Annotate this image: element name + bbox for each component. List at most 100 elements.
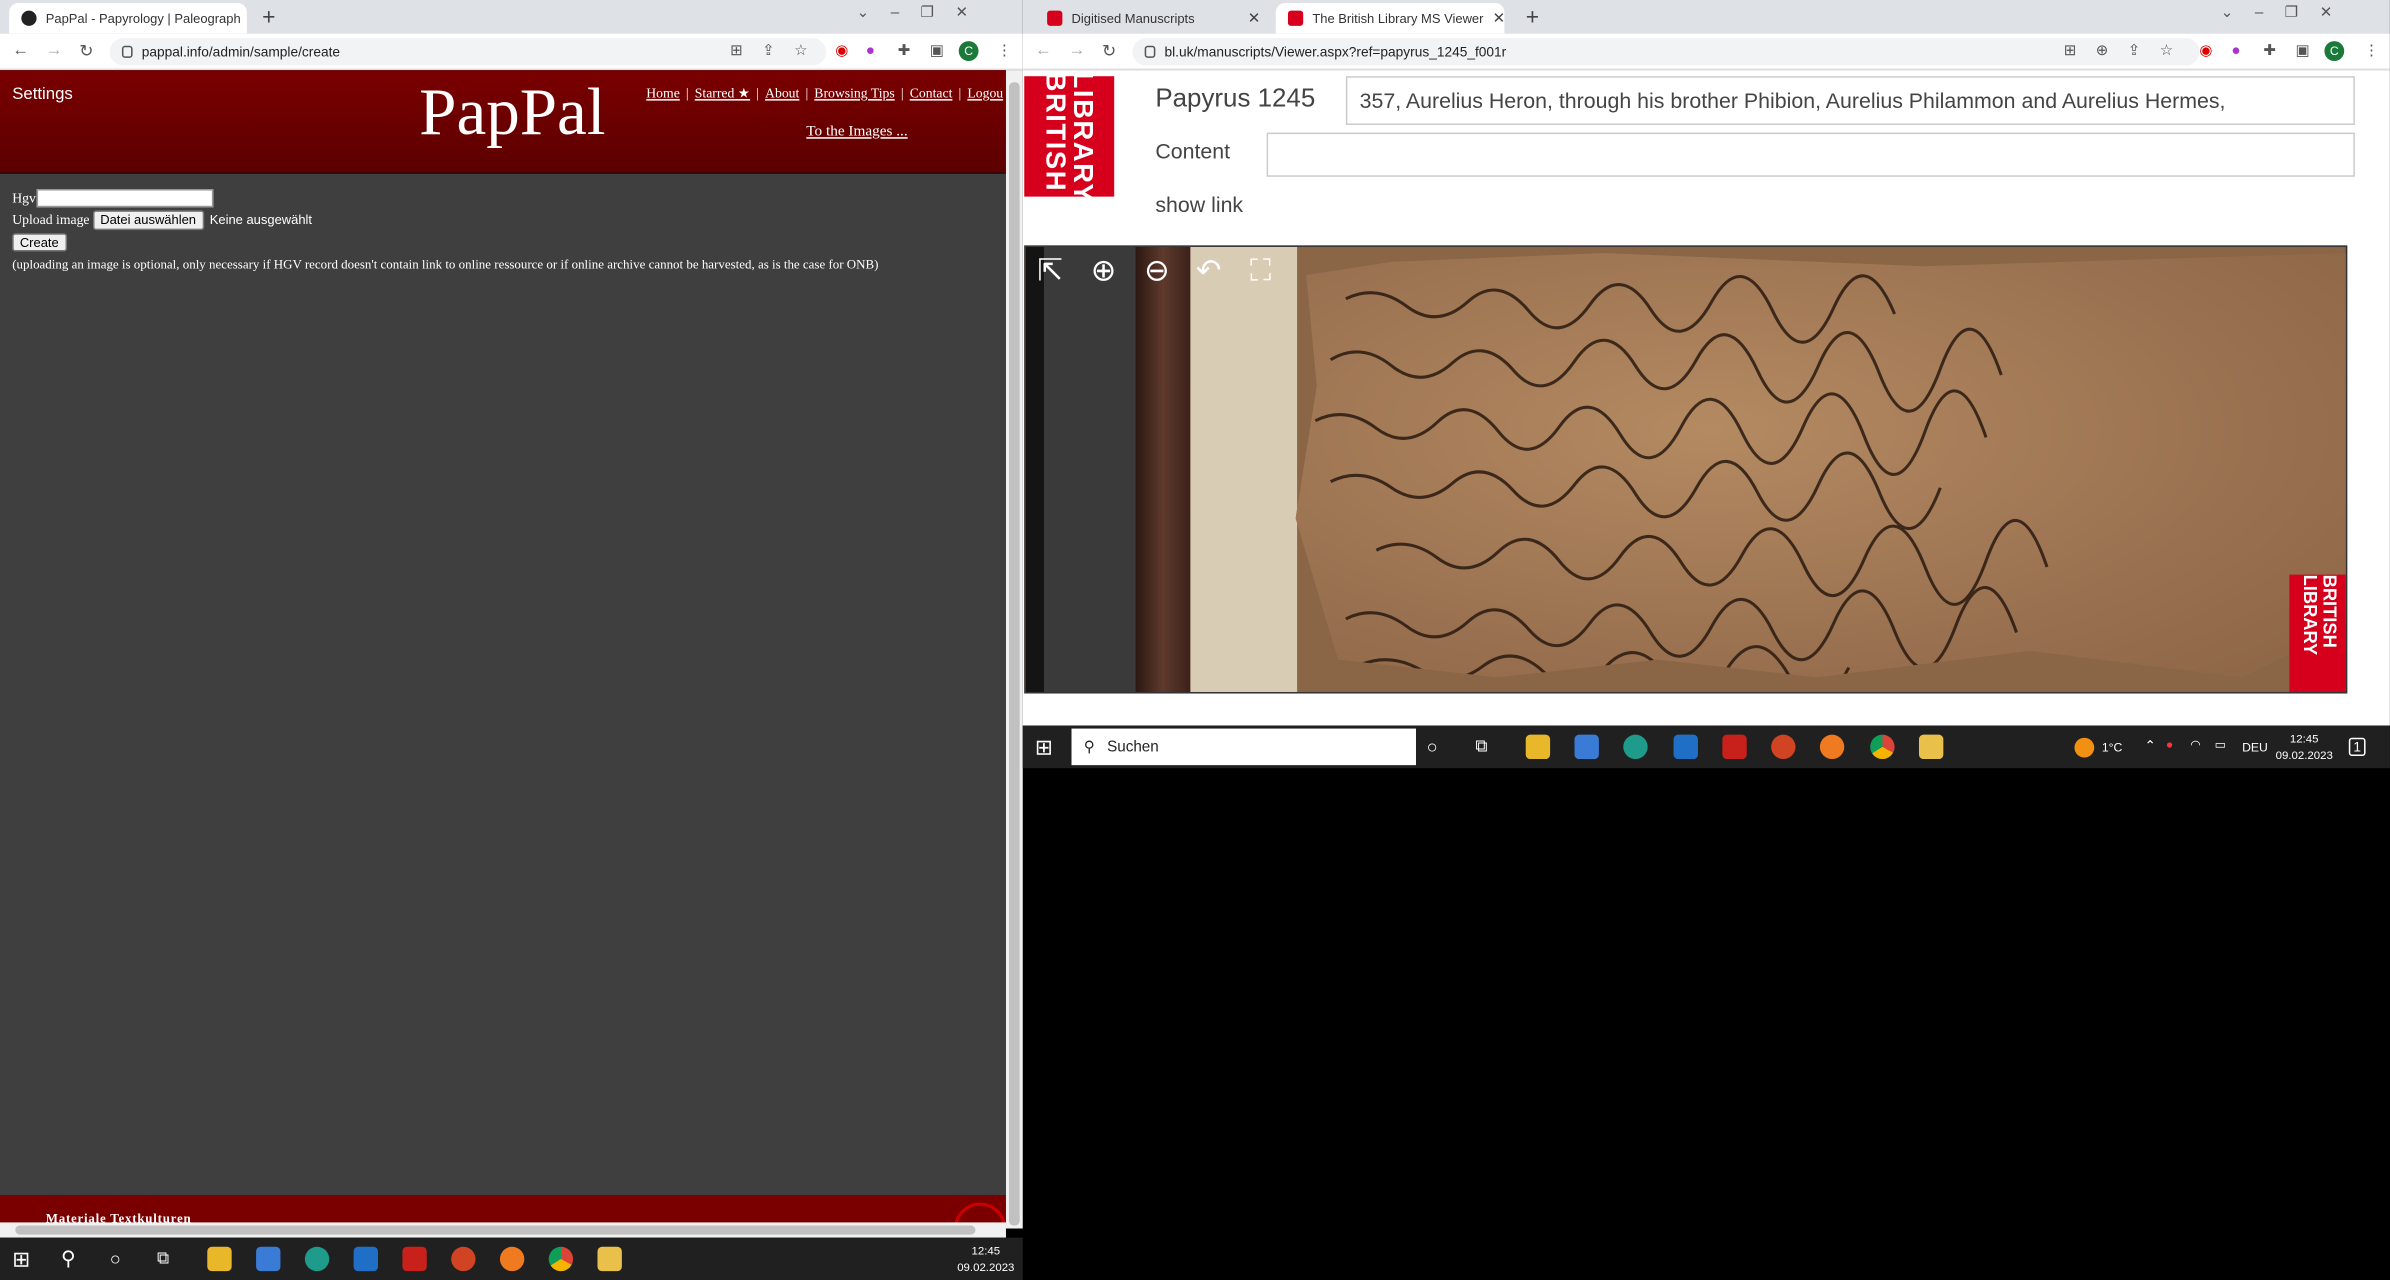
reload-icon[interactable]: ↻ <box>1102 41 1116 61</box>
forward-icon[interactable]: → <box>1068 41 1085 59</box>
content-field[interactable] <box>1266 132 2355 177</box>
menu-icon[interactable]: ⋮ <box>2364 43 2379 60</box>
firefox-icon[interactable] <box>1819 734 1845 760</box>
lock-icon <box>121 45 133 58</box>
clock[interactable]: 12:45 09.02.2023 <box>957 1242 1014 1276</box>
zoom-in-icon[interactable]: ⊕ <box>1082 251 1125 291</box>
files-icon[interactable] <box>597 1246 622 1272</box>
new-tab-icon[interactable]: + <box>1526 5 1539 31</box>
puzzle-icon[interactable]: ✚ <box>2263 43 2276 60</box>
nav-contact[interactable]: Contact <box>910 85 953 100</box>
tab-pappal[interactable]: PapPal - Papyrology | Paleograph ✕ <box>9 3 247 34</box>
tab-digitised-manuscripts[interactable]: Digitised Manuscripts ✕ <box>1035 3 1273 33</box>
british-library-logo[interactable]: LIBRARY BRITISH <box>1024 71 1115 202</box>
window-controls-icon[interactable]: ⌄–❐✕ <box>857 5 990 22</box>
search-icon[interactable]: ⚲ <box>61 1247 85 1271</box>
nav-starred[interactable]: Starred ★ <box>695 85 750 100</box>
menu-icon[interactable]: ⋮ <box>997 43 1012 60</box>
zoom-out-icon[interactable]: ⊖ <box>1136 251 1179 291</box>
settings-link[interactable]: Settings <box>12 85 73 103</box>
extension-icon[interactable]: ◉ <box>2199 43 2212 60</box>
tray-chevron-icon[interactable]: ⌃ <box>2145 738 2157 755</box>
close-icon[interactable]: ✕ <box>1248 10 1261 27</box>
windows-start-icon[interactable]: ⊞ <box>1035 735 1059 759</box>
temperature[interactable]: 1°C <box>2102 741 2122 755</box>
window-controls-icon[interactable]: ⌄–❐✕ <box>2221 5 2354 22</box>
puzzle-icon[interactable]: ✚ <box>898 43 911 60</box>
notification-icon[interactable]: 1 <box>2348 737 2366 757</box>
store-icon[interactable] <box>1574 734 1599 760</box>
mail-icon[interactable] <box>353 1246 379 1272</box>
profile-avatar[interactable]: C <box>2324 41 2345 61</box>
extension-icon[interactable]: ● <box>866 43 875 60</box>
extension-icon[interactable]: ● <box>2231 43 2240 60</box>
image-viewer[interactable]: ⇱ ⊕ ⊖ ↶ ⛶ BRITISH LIBRARY <box>1024 245 2348 694</box>
powerpoint-icon[interactable] <box>1771 734 1796 760</box>
to-images-link[interactable]: To the Images ... <box>806 123 907 140</box>
reload-icon[interactable]: ↻ <box>79 41 93 61</box>
weather-icon[interactable] <box>2074 737 2095 758</box>
firefox-icon[interactable] <box>499 1246 525 1272</box>
task-view-icon[interactable]: ⧉ <box>1475 735 1499 759</box>
close-icon[interactable]: ✕ <box>1493 10 1505 27</box>
windows-start-icon[interactable]: ⊞ <box>12 1247 36 1271</box>
exit-viewer-icon[interactable]: ⇱ <box>1029 251 1072 291</box>
bl-favicon-icon <box>1047 10 1063 26</box>
edge-icon[interactable] <box>1623 734 1648 760</box>
vertical-scrollbar[interactable] <box>1005 70 1023 1229</box>
chrome-icon[interactable] <box>548 1246 574 1272</box>
back-icon[interactable]: ← <box>1035 41 1052 59</box>
zoom-icon[interactable]: ⊕ <box>2096 43 2109 60</box>
forward-icon[interactable]: → <box>46 41 63 59</box>
profile-avatar[interactable]: C <box>958 41 979 61</box>
tray-app-icon[interactable]: ● <box>2166 738 2173 752</box>
acrobat-icon[interactable] <box>402 1246 427 1272</box>
clock[interactable]: 12:45 09.02.2023 <box>2276 730 2333 764</box>
sidebar-icon[interactable]: ▣ <box>930 43 944 60</box>
files-icon[interactable] <box>1918 734 1944 760</box>
cortana-icon[interactable]: ○ <box>1427 735 1451 759</box>
create-button[interactable]: Create <box>12 232 67 251</box>
nav-about[interactable]: About <box>765 85 799 100</box>
file-explorer-icon[interactable] <box>1525 734 1551 760</box>
nav-home[interactable]: Home <box>646 85 680 100</box>
translate-icon[interactable]: ⊞ <box>2064 43 2077 60</box>
bookmark-star-icon[interactable]: ☆ <box>794 43 808 60</box>
pappal-logo[interactable]: PapPal <box>419 73 605 151</box>
new-tab-icon[interactable]: + <box>262 5 275 31</box>
chrome-icon[interactable] <box>1870 734 1895 760</box>
tab-ms-viewer[interactable]: The British Library MS Viewer ✕ <box>1275 3 1505 34</box>
rotate-icon[interactable]: ↶ <box>1187 251 1230 291</box>
share-icon[interactable]: ⇪ <box>762 43 775 60</box>
mail-icon[interactable] <box>1673 734 1698 760</box>
nav-logout[interactable]: Logou <box>967 85 1003 100</box>
cortana-icon[interactable]: ○ <box>110 1247 134 1271</box>
show-link[interactable]: show link <box>1155 192 1243 216</box>
edge-icon[interactable] <box>304 1246 330 1272</box>
nav-browsing-tips[interactable]: Browsing Tips <box>814 85 894 100</box>
back-icon[interactable]: ← <box>12 41 29 59</box>
extension-icon[interactable]: ◉ <box>835 43 848 60</box>
hgv-input[interactable] <box>35 189 213 208</box>
search-icon: ⚲ <box>1083 738 1095 756</box>
share-icon[interactable]: ⇪ <box>2128 43 2141 60</box>
battery-icon[interactable]: ▭ <box>2215 738 2227 752</box>
bookmark-star-icon[interactable]: ☆ <box>2160 43 2174 60</box>
network-icon[interactable]: ◠ <box>2190 738 2201 752</box>
taskbar-search[interactable]: ⚲ Suchen <box>1071 728 1416 766</box>
language-indicator[interactable]: DEU <box>2242 741 2268 755</box>
horizontal-scrollbar[interactable] <box>0 1222 1006 1238</box>
left-tab-strip: PapPal - Papyrology | Paleograph ✕ + ⌄–❐… <box>0 0 1023 34</box>
description-field[interactable]: 357, Aurelius Heron, through his brother… <box>1345 76 2355 125</box>
fullscreen-icon[interactable]: ⛶ <box>1239 251 1282 291</box>
translate-icon[interactable]: ⊞ <box>730 43 743 60</box>
sidebar-icon[interactable]: ▣ <box>2295 43 2309 60</box>
address-bar[interactable]: pappal.info/admin/sample/create <box>109 38 827 66</box>
address-bar[interactable]: bl.uk/manuscripts/Viewer.aspx?ref=papyru… <box>1132 38 2200 66</box>
powerpoint-icon[interactable] <box>451 1246 476 1272</box>
file-explorer-icon[interactable] <box>207 1246 232 1272</box>
store-icon[interactable] <box>256 1246 281 1272</box>
choose-file-button[interactable]: Datei auswählen <box>92 209 204 230</box>
task-view-icon[interactable]: ⧉ <box>157 1247 181 1271</box>
acrobat-icon[interactable] <box>1722 734 1747 760</box>
